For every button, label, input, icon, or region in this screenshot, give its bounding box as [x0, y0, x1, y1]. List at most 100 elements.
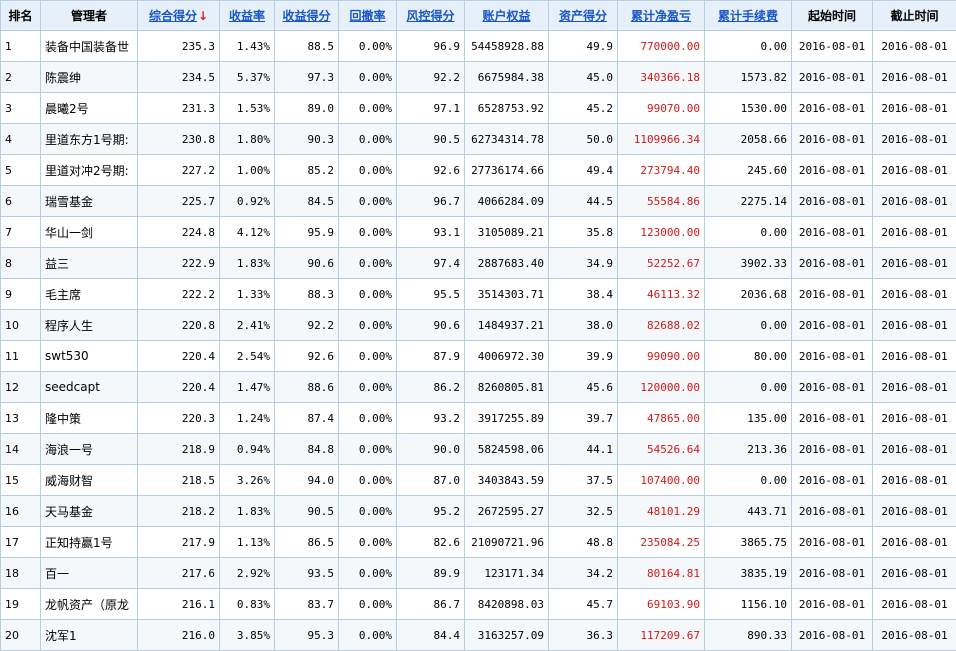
table-row: 7华山一剑224.84.12%95.90.00%93.13105089.2135… [1, 217, 956, 248]
asset-score-cell: 37.5 [549, 465, 618, 496]
return-score-cell: 88.5 [275, 31, 339, 62]
drawdown-cell: 0.00% [339, 372, 397, 403]
return-score-cell: 94.0 [275, 465, 339, 496]
net-pnl-cell: 120000.00 [618, 372, 705, 403]
equity-cell: 4006972.30 [465, 341, 549, 372]
composite-score-cell: 227.2 [138, 155, 220, 186]
manager-cell: 威海财智 [41, 465, 138, 496]
fees-cell: 0.00 [705, 217, 792, 248]
manager-cell: seedcapt [41, 372, 138, 403]
return-rate-cell: 1.43% [220, 31, 275, 62]
rank-cell: 4 [1, 124, 41, 155]
manager-cell: 毛主席 [41, 279, 138, 310]
return-score-cell: 88.6 [275, 372, 339, 403]
start-time-cell: 2016-08-01 [792, 558, 873, 589]
end-time-cell: 2016-08-01 [873, 248, 956, 279]
return-rate-cell: 1.00% [220, 155, 275, 186]
manager-cell: 里道对冲2号期: [41, 155, 138, 186]
ranking-table: 排名 管理者 综合得分↓ 收益率 收益得分 回撤率 风控得分 账户权益 资产得分… [0, 0, 956, 651]
header-risk-score[interactable]: 风控得分 [397, 1, 465, 31]
drawdown-cell: 0.00% [339, 310, 397, 341]
start-time-cell: 2016-08-01 [792, 310, 873, 341]
net-pnl-cell: 46113.32 [618, 279, 705, 310]
header-net-pnl[interactable]: 累计净盈亏 [618, 1, 705, 31]
drawdown-cell: 0.00% [339, 558, 397, 589]
header-return-rate[interactable]: 收益率 [220, 1, 275, 31]
fees-cell: 2275.14 [705, 186, 792, 217]
rank-cell: 9 [1, 279, 41, 310]
header-composite-score[interactable]: 综合得分↓ [138, 1, 220, 31]
start-time-cell: 2016-08-01 [792, 527, 873, 558]
asset-score-cell: 34.9 [549, 248, 618, 279]
header-asset-score[interactable]: 资产得分 [549, 1, 618, 31]
header-fees[interactable]: 累计手续费 [705, 1, 792, 31]
equity-cell: 3514303.71 [465, 279, 549, 310]
start-time-cell: 2016-08-01 [792, 465, 873, 496]
drawdown-cell: 0.00% [339, 93, 397, 124]
table-row: 4里道东方1号期:230.81.80%90.30.00%90.562734314… [1, 124, 956, 155]
end-time-cell: 2016-08-01 [873, 527, 956, 558]
header-return-score[interactable]: 收益得分 [275, 1, 339, 31]
return-rate-cell: 3.26% [220, 465, 275, 496]
risk-score-cell: 97.1 [397, 93, 465, 124]
drawdown-cell: 0.00% [339, 186, 397, 217]
risk-score-cell: 95.5 [397, 279, 465, 310]
net-pnl-cell: 99090.00 [618, 341, 705, 372]
rank-cell: 17 [1, 527, 41, 558]
table-row: 8益三222.91.83%90.60.00%97.42887683.4034.9… [1, 248, 956, 279]
risk-score-cell: 96.7 [397, 186, 465, 217]
net-pnl-cell: 117209.67 [618, 620, 705, 651]
return-rate-cell: 1.53% [220, 93, 275, 124]
table-row: 10程序人生220.82.41%92.20.00%90.61484937.213… [1, 310, 956, 341]
return-rate-cell: 1.83% [220, 248, 275, 279]
manager-cell: 益三 [41, 248, 138, 279]
fees-cell: 0.00 [705, 310, 792, 341]
composite-score-cell: 234.5 [138, 62, 220, 93]
end-time-cell: 2016-08-01 [873, 341, 956, 372]
end-time-cell: 2016-08-01 [873, 62, 956, 93]
return-score-cell: 88.3 [275, 279, 339, 310]
net-pnl-cell: 107400.00 [618, 465, 705, 496]
drawdown-cell: 0.00% [339, 496, 397, 527]
table-row: 13隆中策220.31.24%87.40.00%93.23917255.8939… [1, 403, 956, 434]
manager-cell: 正知持赢1号 [41, 527, 138, 558]
rank-cell: 11 [1, 341, 41, 372]
table-row: 5里道对冲2号期:227.21.00%85.20.00%92.627736174… [1, 155, 956, 186]
composite-score-cell: 222.9 [138, 248, 220, 279]
composite-score-cell: 225.7 [138, 186, 220, 217]
return-rate-cell: 0.94% [220, 434, 275, 465]
fees-cell: 3835.19 [705, 558, 792, 589]
equity-cell: 2887683.40 [465, 248, 549, 279]
equity-cell: 3917255.89 [465, 403, 549, 434]
fees-cell: 443.71 [705, 496, 792, 527]
composite-score-cell: 231.3 [138, 93, 220, 124]
net-pnl-cell: 123000.00 [618, 217, 705, 248]
sort-desc-arrow-icon: ↓ [198, 9, 208, 23]
return-score-cell: 83.7 [275, 589, 339, 620]
return-rate-cell: 2.41% [220, 310, 275, 341]
asset-score-cell: 32.5 [549, 496, 618, 527]
risk-score-cell: 89.9 [397, 558, 465, 589]
fees-cell: 2036.68 [705, 279, 792, 310]
return-rate-cell: 1.33% [220, 279, 275, 310]
end-time-cell: 2016-08-01 [873, 217, 956, 248]
risk-score-cell: 92.2 [397, 62, 465, 93]
table-row: 6瑞雪基金225.70.92%84.50.00%96.74066284.0944… [1, 186, 956, 217]
risk-score-cell: 92.6 [397, 155, 465, 186]
composite-score-cell: 230.8 [138, 124, 220, 155]
return-score-cell: 87.4 [275, 403, 339, 434]
equity-cell: 2672595.27 [465, 496, 549, 527]
header-equity[interactable]: 账户权益 [465, 1, 549, 31]
asset-score-cell: 45.7 [549, 589, 618, 620]
risk-score-cell: 96.9 [397, 31, 465, 62]
net-pnl-cell: 80164.81 [618, 558, 705, 589]
rank-cell: 6 [1, 186, 41, 217]
rank-cell: 7 [1, 217, 41, 248]
asset-score-cell: 45.6 [549, 372, 618, 403]
drawdown-cell: 0.00% [339, 527, 397, 558]
composite-score-cell: 217.6 [138, 558, 220, 589]
table-row: 17正知持赢1号217.91.13%86.50.00%82.621090721.… [1, 527, 956, 558]
header-drawdown[interactable]: 回撤率 [339, 1, 397, 31]
composite-score-cell: 218.9 [138, 434, 220, 465]
rank-cell: 2 [1, 62, 41, 93]
